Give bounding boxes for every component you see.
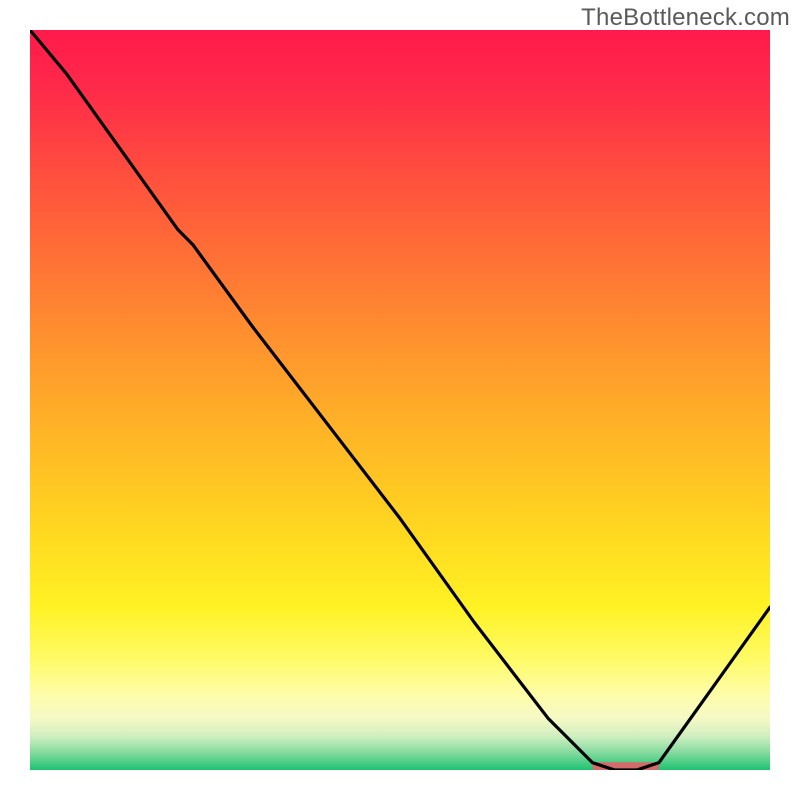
chart-container: [30, 30, 770, 770]
bottleneck-chart: [30, 30, 770, 770]
attribution-text: TheBottleneck.com: [581, 4, 790, 32]
chart-background: [30, 30, 770, 770]
